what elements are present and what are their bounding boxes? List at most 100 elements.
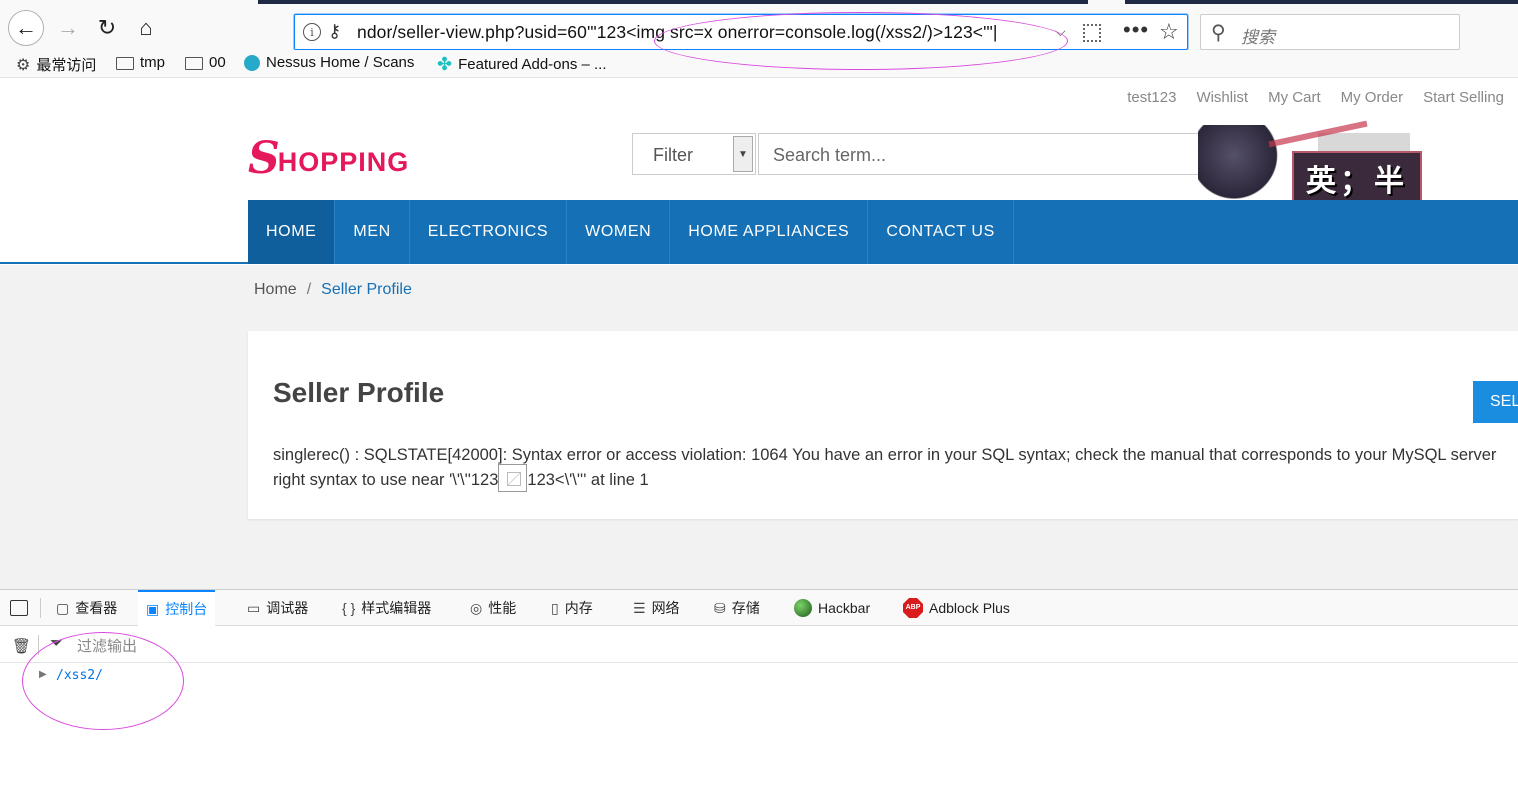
site-logo[interactable]: S HOPPING [248, 137, 409, 181]
link-account[interactable]: test123 [1127, 89, 1176, 106]
tab-hackbar[interactable]: Hackbar [794, 590, 870, 626]
logo-text: HOPPING [277, 147, 410, 177]
braces-icon: { } [342, 600, 356, 616]
browser-search-input[interactable]: ⚲ 搜索 [1200, 14, 1460, 50]
divider [40, 598, 41, 618]
expand-triangle-icon[interactable]: ▶ [39, 669, 47, 680]
console-toolbar: 🗑 ⏷ 过滤输出 [0, 627, 1518, 663]
back-button[interactable]: ← [8, 10, 44, 46]
tab-label: 存储 [731, 600, 760, 616]
link-wishlist[interactable]: Wishlist [1196, 89, 1248, 106]
folder-icon [116, 57, 134, 70]
qr-code-icon[interactable] [1083, 24, 1101, 42]
content-area: Home / Seller Profile Seller Profile SEL… [0, 265, 1518, 589]
tab-label: Hackbar [818, 600, 871, 616]
tab-console[interactable]: ▣ 控制台 [138, 590, 216, 626]
folder-icon [185, 57, 203, 70]
link-my-cart[interactable]: My Cart [1268, 89, 1321, 106]
filter-label: Filter [653, 145, 693, 165]
overlay-sticker-image: 英；半 [1198, 120, 1426, 207]
tab-label: Adblock Plus [929, 600, 1010, 616]
tab-label: 样式编辑器 [361, 600, 432, 616]
inspector-icon: ▢ [56, 599, 70, 616]
page-actions-icon[interactable]: ••• [1123, 17, 1149, 43]
url-text[interactable]: ndor/seller-view.php?usid=60'"123<img sr… [357, 22, 998, 43]
console-log-entry[interactable]: ▶ /xss2/ [0, 666, 1518, 688]
tab-style-editor[interactable]: { } 样式编辑器 [342, 590, 431, 626]
tab-label: 内存 [564, 600, 593, 616]
breadcrumb: Home / Seller Profile [254, 281, 412, 299]
console-filter-input[interactable]: 过滤输出 [77, 635, 137, 656]
search-icon: ⚲ [1211, 22, 1226, 44]
bookmark-most-visited[interactable]: ⚙ 最常访问 [16, 54, 96, 75]
tab-label: 网络 [651, 600, 680, 616]
nav-item-home[interactable]: HOME [248, 200, 336, 264]
adblock-icon: ABP [903, 598, 923, 618]
home-button[interactable]: ⌂ [128, 10, 164, 46]
tab-performance[interactable]: ◎ 性能 [470, 590, 516, 626]
account-links: test123 Wishlist My Cart My Order Start … [1127, 89, 1504, 106]
storage-icon: ⛁ [714, 599, 726, 616]
bookmark-label: 最常访问 [36, 57, 97, 74]
broken-image-icon [498, 463, 528, 492]
site-search-input[interactable]: Search term... [758, 133, 1228, 175]
page-title: Seller Profile [273, 377, 445, 408]
url-dropdown-icon[interactable]: ⌵ [1055, 23, 1066, 40]
hackbar-icon [794, 599, 812, 617]
seller-action-button[interactable]: SEL [1473, 381, 1518, 423]
url-bar[interactable]: i ⚷ ndor/seller-view.php?usid=60'"123<im… [294, 14, 1188, 50]
gear-icon: ⚙ [16, 56, 31, 74]
key-icon[interactable]: ⚷ [328, 21, 341, 42]
tab-label: 控制台 [165, 601, 208, 617]
network-icon: ☰ [633, 599, 646, 616]
web-page: test123 Wishlist My Cart My Order Start … [0, 79, 1518, 589]
bookmark-nessus[interactable]: Nessus Home / Scans [244, 54, 414, 71]
chevron-down-icon: ▼ [733, 136, 753, 172]
bookmarks-toolbar: ⚙ 最常访问 tmp 00 Nessus Home / Scans ✤ Featur… [0, 50, 1518, 78]
bookmark-00[interactable]: 00 [185, 54, 226, 71]
seller-profile-card: Seller Profile SEL singlerec() : SQLSTAT… [248, 331, 1518, 519]
element-picker-icon[interactable] [10, 600, 28, 616]
tab-adblock-plus[interactable]: ABP Adblock Plus [903, 590, 1010, 626]
bookmark-label: Featured Add-ons – ... [458, 56, 607, 73]
forward-button[interactable]: → [50, 10, 86, 46]
nav-item-women[interactable]: WOMEN [567, 200, 671, 264]
search-placeholder: Search term... [773, 145, 887, 165]
tab-label: 性能 [488, 600, 517, 616]
breadcrumb-home[interactable]: Home [254, 281, 297, 299]
bookmark-label: 00 [209, 54, 226, 71]
category-filter-select[interactable]: Filter ▼ [632, 133, 756, 175]
memory-icon: ▯ [551, 599, 559, 616]
search-placeholder: 搜索 [1241, 28, 1275, 47]
bookmark-addons[interactable]: ✤ Featured Add-ons – ... [437, 54, 607, 75]
error-line-2: right syntax to use near '\'\''123 123<\'… [273, 463, 1518, 493]
tab-storage[interactable]: ⛁ 存储 [714, 590, 760, 626]
tab-inspector[interactable]: ▢ 查看器 [56, 590, 117, 626]
home-icon: ⌂ [139, 15, 153, 40]
devtools-panel: ▢ 查看器 ▣ 控制台 ▭ 调试器 { } 样式编辑器 ◎ 性能 ▯ 内存 ☰ 网络 ⛁ 存储 … [0, 589, 1518, 786]
bookmark-star-icon[interactable]: ☆ [1159, 19, 1179, 45]
error-line-1: singlerec() : SQLSTATE[42000]: Syntax er… [273, 446, 1497, 464]
nav-item-contact-us[interactable]: CONTACT US [868, 200, 1014, 264]
nav-item-home-appliances[interactable]: HOME APPLIANCES [670, 200, 869, 264]
forward-arrow-icon: → [57, 15, 79, 40]
sql-error-message: singlerec() : SQLSTATE[42000]: Syntax er… [273, 443, 1518, 493]
back-arrow-icon: ← [15, 15, 37, 40]
tab-memory[interactable]: ▯ 内存 [551, 590, 593, 626]
bookmark-tmp[interactable]: tmp [116, 54, 165, 71]
devtools-tabbar: ▢ 查看器 ▣ 控制台 ▭ 调试器 { } 样式编辑器 ◎ 性能 ▯ 内存 ☰ 网络 ⛁ 存储 … [0, 590, 1518, 626]
tab-network[interactable]: ☰ 网络 [633, 590, 680, 626]
site-info-icon[interactable]: i [303, 23, 321, 41]
nav-item-electronics[interactable]: ELECTRONICS [410, 200, 568, 264]
tab-debugger[interactable]: ▭ 调试器 [247, 590, 308, 626]
link-start-selling[interactable]: Start Selling [1423, 89, 1504, 106]
tab-label: 查看器 [75, 600, 118, 616]
nav-items: HOME MEN ELECTRONICS WOMEN HOME APPLIANC… [248, 200, 1014, 264]
nav-item-men[interactable]: MEN [335, 200, 410, 264]
trash-icon[interactable]: 🗑 [12, 637, 31, 655]
puzzle-icon: ✤ [437, 54, 453, 74]
filter-icon: ⏷ [50, 635, 63, 652]
breadcrumb-current: Seller Profile [321, 281, 412, 298]
link-my-order[interactable]: My Order [1341, 89, 1404, 106]
reload-button[interactable]: ↻ [89, 10, 125, 46]
